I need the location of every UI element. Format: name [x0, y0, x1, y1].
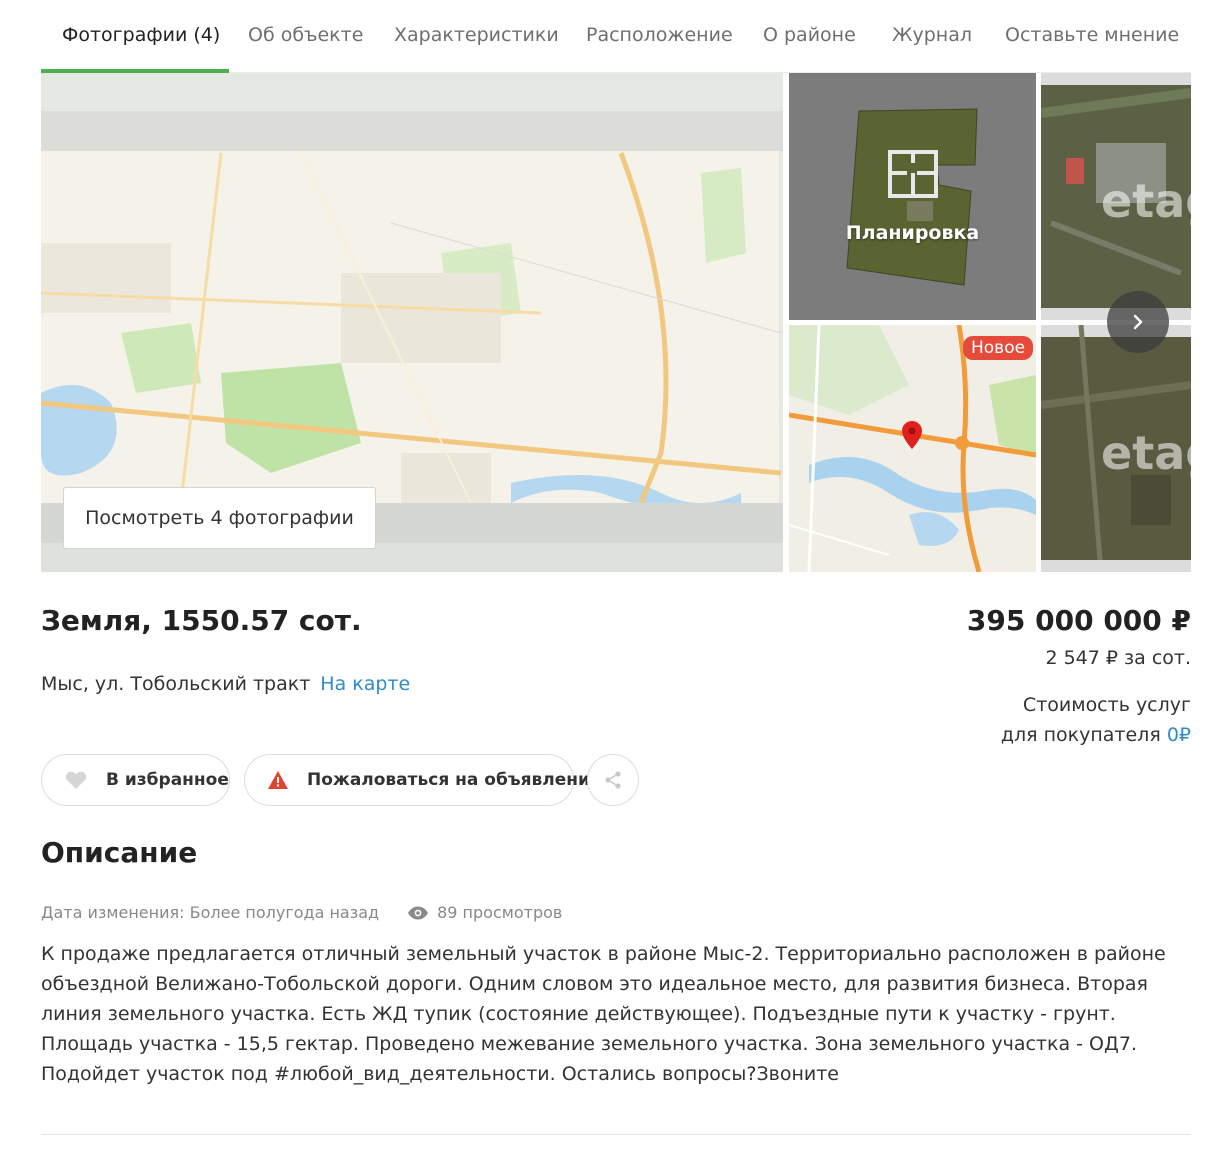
listing-meta: Дата изменения: Более полугода назад 89 …: [41, 903, 562, 922]
watermark-text-2: etag: [1101, 426, 1191, 480]
listing-price: 395 000 000 ₽: [966, 604, 1191, 637]
share-button[interactable]: [587, 754, 639, 806]
report-label: Пожаловаться на объявление: [307, 770, 602, 790]
tab-photos[interactable]: Фотографии (4): [62, 24, 220, 46]
tab-characteristics[interactable]: Характеристики: [394, 24, 559, 46]
thumb-floor-plan[interactable]: Планировка: [789, 73, 1036, 320]
modified-date: Дата изменения: Более полугода назад: [41, 903, 380, 922]
floor-plan-label: Планировка: [845, 222, 980, 244]
floor-plan-icon: [888, 150, 938, 198]
main-photo[interactable]: Посмотреть 4 фотографии: [41, 73, 783, 572]
services-label-line2: для покупателя: [1000, 724, 1161, 746]
view-count: 89 просмотров: [407, 903, 562, 922]
services-label-line1: Стоимость услуг: [1022, 694, 1191, 716]
tab-journal[interactable]: Журнал: [892, 24, 972, 46]
warning-icon: [267, 768, 289, 792]
thumb-location-map[interactable]: Новое: [789, 325, 1036, 572]
eye-icon: [408, 906, 429, 919]
gallery-next-button[interactable]: [1107, 291, 1169, 353]
tab-bar: Фотографии (4) Об объекте Характеристики…: [41, 0, 1191, 73]
thumb-satellite-1[interactable]: etag: [1041, 73, 1191, 320]
tab-location[interactable]: Расположение: [586, 24, 733, 46]
address-text: Мыс, ул. Тобольский тракт: [41, 673, 311, 695]
section-divider: [41, 1134, 1191, 1135]
buyer-services-cost: Стоимость услуг для покупателя 0₽: [1001, 690, 1191, 750]
photo-gallery: Посмотреть 4 фотографии Планировка etag: [41, 73, 1191, 572]
add-to-favorites-button[interactable]: В избранное: [41, 754, 230, 806]
services-cost-value[interactable]: 0₽: [1167, 724, 1191, 746]
watermark-text: etag: [1101, 174, 1191, 228]
price-per-unit: 2 547 ₽ за сот.: [1045, 647, 1191, 669]
favorites-label: В избранное: [106, 770, 229, 790]
satellite-image: etag: [1041, 73, 1191, 320]
description-heading: Описание: [41, 836, 198, 869]
tab-leave-opinion[interactable]: Оставьте мнение: [1005, 24, 1179, 46]
map-pin-icon: [902, 421, 922, 449]
heart-icon: [64, 768, 88, 792]
tab-about-object[interactable]: Об объекте: [248, 24, 363, 46]
share-icon: [605, 771, 621, 789]
show-on-map-link[interactable]: На карте: [320, 673, 410, 695]
listing-title: Земля, 1550.57 сот.: [41, 604, 362, 637]
description-text: К продаже предлагается отличный земельны…: [41, 943, 1166, 1085]
report-listing-button[interactable]: Пожаловаться на объявление: [244, 754, 601, 806]
chevron-right-icon: [1133, 314, 1143, 330]
listing-address: Мыс, ул. Тобольский тракт На карте: [41, 673, 410, 695]
satellite-image-2: etag: [1041, 325, 1191, 572]
new-badge: Новое: [963, 336, 1034, 360]
view-all-photos-button[interactable]: Посмотреть 4 фотографии: [63, 487, 376, 549]
tab-district[interactable]: О районе: [763, 24, 856, 46]
thumb-satellite-2[interactable]: etag: [1041, 325, 1191, 572]
views-text: 89 просмотров: [437, 903, 563, 922]
